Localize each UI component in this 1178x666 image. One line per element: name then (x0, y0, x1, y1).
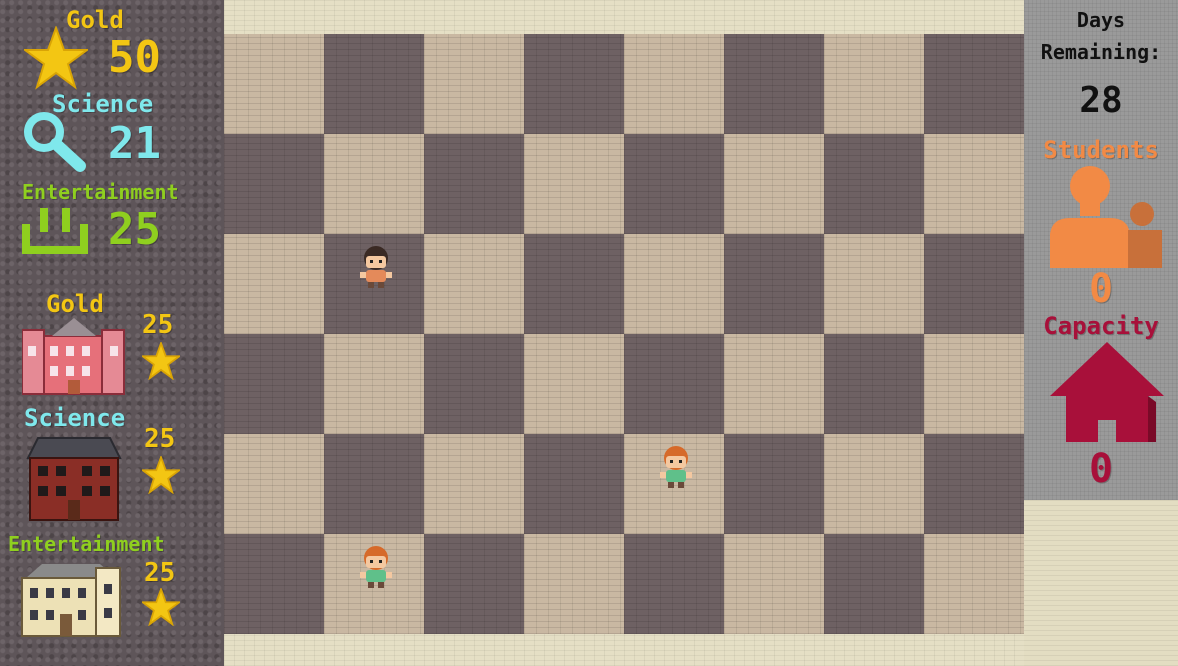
board-tile[interactable] (524, 334, 624, 434)
entertainment-building-label: Entertainment (8, 532, 165, 556)
student-boy-a[interactable] (658, 444, 694, 488)
entertainment-building-cost: 25 (144, 558, 176, 588)
gold-building-icon (22, 318, 125, 395)
board-tile[interactable] (224, 234, 324, 334)
build-gold-building[interactable]: Gold 25 (14, 290, 194, 398)
build-science-building[interactable]: Science 25 (14, 402, 194, 522)
board-tile[interactable] (824, 34, 924, 134)
science-building-icon (26, 437, 122, 521)
board-tile[interactable] (524, 434, 624, 534)
board-tile[interactable] (424, 34, 524, 134)
board-tile[interactable] (524, 234, 624, 334)
board-tile[interactable] (924, 134, 1024, 234)
board-tile[interactable] (724, 534, 824, 634)
student-boy-b[interactable] (358, 544, 394, 588)
board-tile[interactable] (424, 534, 524, 634)
board-tile[interactable] (224, 334, 324, 434)
board-tile[interactable] (724, 334, 824, 434)
board-tile[interactable] (924, 234, 1024, 334)
board-tile[interactable] (324, 34, 424, 134)
students-label: Students (1043, 136, 1159, 164)
board-tile[interactable] (824, 534, 924, 634)
board-tile[interactable] (524, 134, 624, 234)
board-tile[interactable] (224, 534, 324, 634)
board-tile[interactable] (524, 534, 624, 634)
board-tile[interactable] (224, 134, 324, 234)
board-tile[interactable] (624, 34, 724, 134)
entertainment-building-icon (21, 564, 121, 637)
board-tile[interactable] (824, 334, 924, 434)
board-tile[interactable] (924, 334, 1024, 434)
star-icon (142, 456, 180, 494)
board-tile[interactable] (324, 434, 424, 534)
board-tile[interactable] (324, 134, 424, 234)
board-tile[interactable] (624, 534, 724, 634)
gold-resource-value: 50 (108, 32, 161, 83)
board-tile[interactable] (224, 434, 324, 534)
days-label-line1: Days (1076, 8, 1126, 32)
student-girl[interactable] (358, 244, 394, 288)
board-tile[interactable] (424, 234, 524, 334)
board-tile[interactable] (724, 34, 824, 134)
floor-corner (1024, 500, 1178, 666)
star-icon (142, 342, 180, 380)
board-tile[interactable] (724, 234, 824, 334)
board-tile[interactable] (424, 334, 524, 434)
science-building-label: Science (24, 404, 126, 432)
board-tile[interactable] (324, 234, 424, 334)
game-board (224, 0, 1024, 666)
build-entertainment-building[interactable]: Entertainment 25 (6, 530, 196, 650)
tile-grid (224, 34, 1024, 634)
board-tile[interactable] (924, 534, 1024, 634)
science-building-cost: 25 (144, 424, 176, 454)
board-tile[interactable] (924, 434, 1024, 534)
board-tile[interactable] (424, 134, 524, 234)
board-tile[interactable] (824, 234, 924, 334)
board-tile[interactable] (724, 434, 824, 534)
board-tile[interactable] (624, 134, 724, 234)
resource-panel: Gold 50 Science 21 Entertainment 25 Gold (0, 0, 224, 666)
board-tile[interactable] (624, 334, 724, 434)
board-tile[interactable] (424, 434, 524, 534)
board-tile[interactable] (324, 334, 424, 434)
gold-building-cost: 25 (142, 310, 174, 340)
board-tile[interactable] (324, 534, 424, 634)
status-panel: Days Remaining: 28 Students 0 Capacity 0 (1024, 0, 1178, 500)
board-tile[interactable] (824, 134, 924, 234)
board-tile[interactable] (624, 434, 724, 534)
entertainment-resource-label: Entertainment (22, 180, 179, 204)
days-remaining-value: 28 (1079, 80, 1123, 121)
capacity-label: Capacity (1043, 312, 1159, 340)
smile-icon (22, 208, 88, 254)
magnifier-icon (24, 112, 86, 172)
board-tile[interactable] (524, 34, 624, 134)
board-tile[interactable] (724, 134, 824, 234)
students-icon (1050, 166, 1162, 268)
capacity-value: 0 (1088, 446, 1114, 492)
star-icon (142, 588, 180, 626)
days-label-line2: Remaining: (1040, 40, 1162, 64)
entertainment-resource-value: 25 (108, 204, 161, 255)
science-resource-value: 21 (108, 118, 161, 169)
board-tile[interactable] (624, 234, 724, 334)
board-tile[interactable] (824, 434, 924, 534)
star-icon (24, 26, 88, 90)
board-tile[interactable] (224, 34, 324, 134)
gold-building-label: Gold (46, 290, 104, 318)
students-value: 0 (1088, 266, 1114, 312)
house-icon (1050, 342, 1164, 442)
board-tile[interactable] (924, 34, 1024, 134)
